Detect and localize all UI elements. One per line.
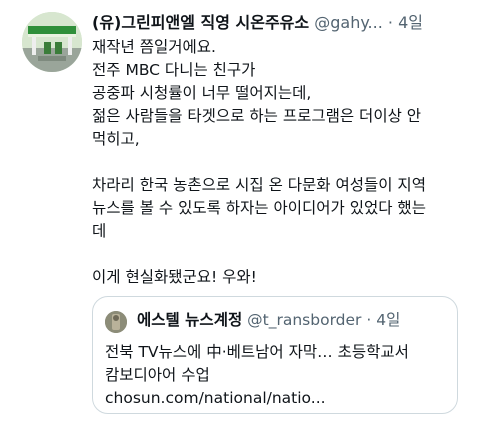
- tweet-line: 데: [92, 222, 107, 240]
- author-avatar[interactable]: [22, 12, 82, 72]
- quoted-tweet-header: 에스텔 뉴스계정 @t_ransborder · 4일: [137, 309, 400, 331]
- tweet-time[interactable]: 4일: [398, 13, 423, 32]
- quoted-tweet-card[interactable]: 에스텔 뉴스계정 @t_ransborder · 4일 전북 TV뉴스에 中·베…: [92, 296, 458, 414]
- tweet-line: 차라리 한국 농촌으로 시집 온 다문화 여성들이 지역: [92, 176, 426, 194]
- tweet[interactable]: (유)그린피앤엘 직영 시온주유소 @gahy... · 4일 재작년 쯤일거에…: [0, 0, 480, 428]
- gas-station-avatar-image: [22, 12, 82, 72]
- quoted-tweet-text: 전북 TV뉴스에 中·베트남어 자막… 초등학교서 캄보디아어 수업 chosu…: [105, 341, 445, 410]
- quoted-author-avatar[interactable]: [105, 311, 127, 333]
- quoted-line: 캄보디아어 수업: [105, 366, 210, 384]
- tweet-line: 이게 현실화됐군요! 우와!: [92, 268, 257, 286]
- tweet-line: 뉴스를 볼 수 있도록 하자는 아이디어가 있었다 했는: [92, 199, 426, 217]
- tweet-line: 젊은 사람들을 타겟으로 하는 프로그램은 더이상 안: [92, 107, 422, 125]
- separator-dot: ·: [366, 311, 372, 329]
- quoted-author-handle: @t_ransborder: [247, 311, 362, 329]
- tweet-line: 전주 MBC 다니는 친구가: [92, 61, 256, 79]
- tweet-line: 공중파 시청률이 너무 떨어지는데,: [92, 84, 312, 102]
- quoted-line: 전북 TV뉴스에 中·베트남어 자막… 초등학교서: [105, 343, 409, 361]
- quoted-tweet-time: 4일: [376, 311, 401, 329]
- separator-dot: ·: [387, 13, 393, 32]
- quoted-link[interactable]: chosun.com/national/natio...: [105, 387, 445, 410]
- author-name[interactable]: (유)그린피앤엘 직영 시온주유소: [92, 13, 309, 32]
- quoted-author-name: 에스텔 뉴스계정: [137, 311, 243, 329]
- tweet-header: (유)그린피앤엘 직영 시온주유소 @gahy... · 4일: [92, 12, 462, 36]
- quoted-avatar-image: [105, 311, 127, 333]
- tweet-line: 먹히고,: [92, 130, 140, 148]
- tweet-line: 재작년 쯤일거에요.: [92, 38, 216, 56]
- author-handle[interactable]: @gahy...: [314, 13, 383, 32]
- tweet-text: 재작년 쯤일거에요. 전주 MBC 다니는 친구가 공중파 시청률이 너무 떨어…: [92, 36, 464, 289]
